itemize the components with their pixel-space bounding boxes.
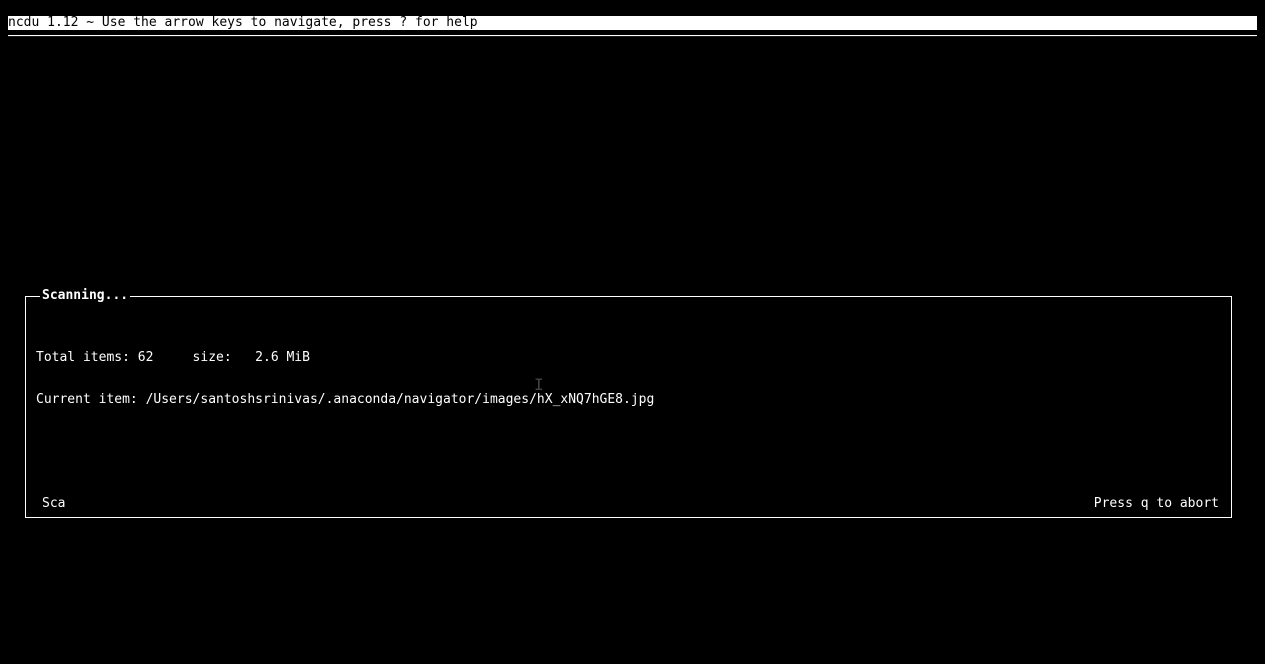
scanning-dialog-title: Scanning... xyxy=(40,289,130,303)
scanning-dialog: Scanning... Total items: 62 size: 2.6 Mi… xyxy=(25,296,1232,518)
total-items-label: Total items: xyxy=(36,350,130,365)
divider-line: ────────────────────────────────────────… xyxy=(8,30,1257,44)
scan-stats-line: Total items: 62 size: 2.6 MiB xyxy=(36,351,1221,365)
scanning-dialog-footer: Sca Press q to abort xyxy=(26,497,1231,517)
abort-hint[interactable]: Press q to abort xyxy=(1094,497,1219,511)
header-bar: ncdu 1.12 ~ Use the arrow keys to naviga… xyxy=(8,16,1257,30)
footer-left-text: Sca xyxy=(42,497,65,511)
size-value: 2.6 MiB xyxy=(255,350,310,365)
current-item-label: Current item: xyxy=(36,392,138,407)
scanning-dialog-content: Total items: 62 size: 2.6 MiB Current it… xyxy=(26,297,1231,441)
size-label: size: xyxy=(193,350,232,365)
current-item-line: Current item: /Users/santoshsrinivas/.an… xyxy=(36,393,1221,407)
current-item-value: /Users/santoshsrinivas/.anaconda/navigat… xyxy=(146,392,655,407)
total-items-value: 62 xyxy=(138,350,154,365)
